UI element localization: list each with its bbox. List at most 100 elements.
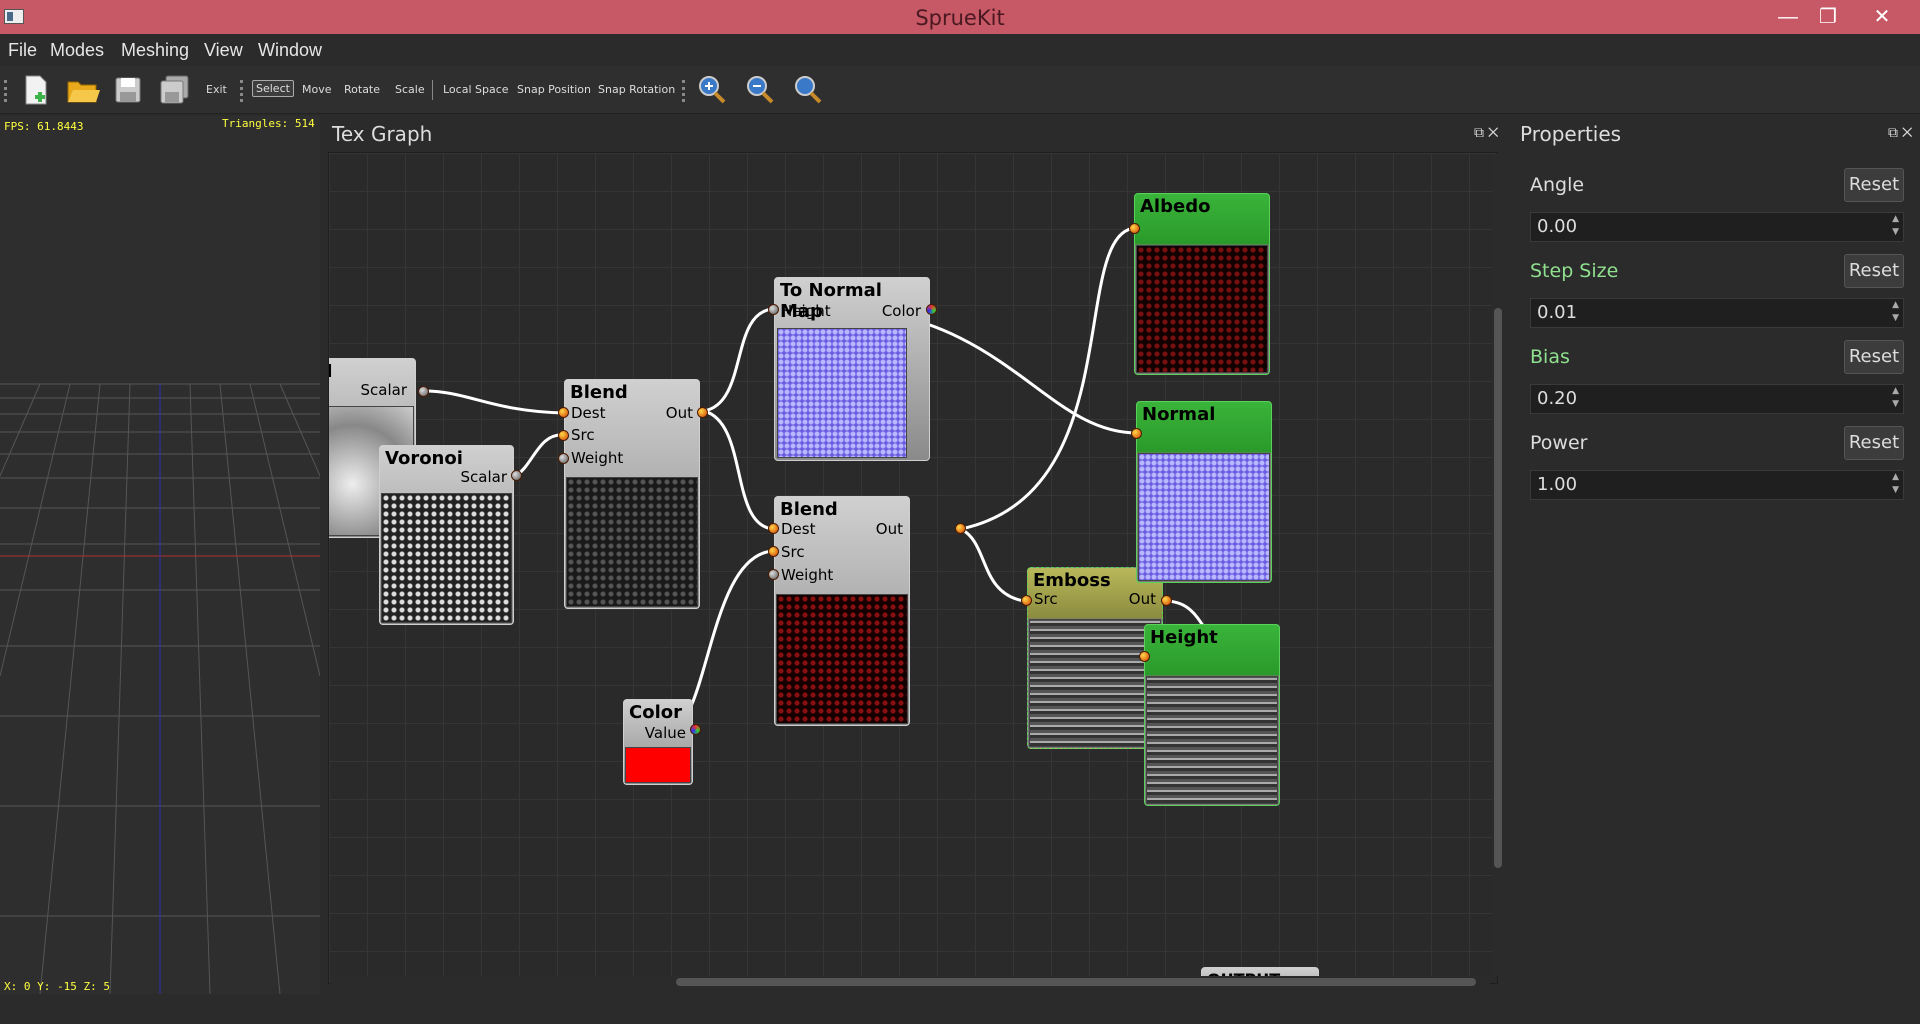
blend-node[interactable]: Blend Dest Src Weight Out [774,496,910,726]
menu-view[interactable]: View [204,40,243,61]
normal-output-node[interactable]: Normal [1136,401,1272,583]
properties-dock-buttons[interactable]: ⧉ ✕ [1888,124,1913,141]
select-tool-button[interactable]: Select [252,80,294,97]
reset-button[interactable]: Reset [1844,168,1904,202]
snap-rotation-toggle[interactable]: Snap Rotation [598,83,675,96]
vertical-scrollbar[interactable] [1492,154,1504,976]
node-title: Albedo [1140,196,1211,217]
property-label: Bias [1530,346,1570,368]
dest-port-label: Dest [781,520,816,538]
color-port-label: Color [881,302,921,320]
input-port[interactable] [1129,223,1140,234]
scalar-port-label: Scalar [460,468,508,486]
scale-tool-button[interactable]: Scale [395,83,425,96]
color-node[interactable]: Color Value [623,699,693,785]
exit-button[interactable]: Exit [206,83,227,96]
open-folder-icon[interactable] [64,72,100,108]
fps-readout: FPS: 61.8443 [4,120,84,133]
toolbar-grip[interactable] [682,80,686,102]
node-preview [381,493,512,623]
spinbox-arrows[interactable]: ▲ ▼ [1892,471,1899,497]
save-icon[interactable] [110,72,146,108]
input-port[interactable] [558,453,569,464]
move-tool-button[interactable]: Move [302,83,332,96]
scalar-port-label: Scalar [360,381,408,399]
property-label: Power [1530,432,1588,454]
minimize-button[interactable]: — [1768,3,1808,31]
vertical-scroll-thumb[interactable] [1494,308,1502,868]
bias-field[interactable]: 0.20 ▲ ▼ [1530,384,1904,414]
viewport-grid [0,383,320,994]
node-preview [777,328,907,458]
node-preview [1138,453,1270,581]
node-preview [566,477,698,607]
output-port[interactable] [926,304,937,315]
weight-port-label: Weight [571,449,624,467]
zoom-in-icon[interactable] [694,72,730,108]
local-space-toggle[interactable]: Local Space [443,83,509,96]
menu-file[interactable]: File [8,40,37,61]
output-port[interactable] [690,724,701,735]
properties-title: Properties [1520,122,1622,146]
src-port-label: Src [571,426,595,444]
input-port[interactable] [558,407,569,418]
node-preview [1146,676,1278,804]
close-button[interactable]: ✕ [1862,3,1902,31]
node-graph-canvas[interactable]: I Scalar Voronoi Scalar Blend Dest Src W… [328,152,1498,984]
input-port[interactable] [1139,651,1150,662]
input-port[interactable] [768,304,779,315]
spinbox-arrows[interactable]: ▲ ▼ [1892,299,1899,325]
albedo-output-node[interactable]: Albedo [1134,193,1270,375]
step-size-field[interactable]: 0.01 ▲ ▼ [1530,298,1904,328]
menu-bar: File Modes Meshing View Window [0,34,1920,66]
menu-window[interactable]: Window [258,40,322,61]
restore-button[interactable]: ❐ [1808,3,1848,31]
height-port-label: Height [781,302,831,320]
node-title: Height [1150,627,1218,648]
window-title: SprueKit [915,6,1005,30]
power-field[interactable]: 1.00 ▲ ▼ [1530,470,1904,500]
output-port[interactable] [955,523,966,534]
output-port[interactable] [418,386,429,397]
property-label: Step Size [1530,260,1619,282]
output-port[interactable] [511,470,522,481]
zoom-out-icon[interactable] [742,72,778,108]
horizontal-scroll-thumb[interactable] [676,978,1476,986]
snap-position-toggle[interactable]: Snap Position [517,83,591,96]
reset-button[interactable]: Reset [1844,254,1904,288]
input-port[interactable] [768,546,779,557]
save-all-icon[interactable] [156,72,192,108]
toolbar-grip[interactable] [4,80,8,102]
reset-button[interactable]: Reset [1844,340,1904,374]
menu-modes[interactable]: Modes [50,40,104,61]
3d-viewport[interactable]: FPS: 61.8443 Triangles: 514 X: 0 Y: -15 … [0,116,320,994]
triangle-count: Triangles: 514 [222,117,315,130]
tex-graph-dock-buttons[interactable]: ⧉ ✕ [1474,124,1499,141]
status-bar [0,996,1920,1024]
output-port[interactable] [1161,595,1172,606]
spinbox-arrows[interactable]: ▲ ▼ [1892,385,1899,411]
height-output-node[interactable]: Height [1144,624,1280,806]
node-preview [1029,619,1161,747]
rotate-tool-button[interactable]: Rotate [344,83,380,96]
input-port[interactable] [558,430,569,441]
menu-meshing[interactable]: Meshing [121,40,189,61]
node-title: Voronoi [385,448,463,469]
input-port[interactable] [768,523,779,534]
zoom-fit-icon[interactable] [790,72,826,108]
blend-node[interactable]: Blend Dest Src Weight Out [564,379,700,609]
angle-field[interactable]: 0.00 ▲ ▼ [1530,212,1904,242]
toolbar-grip[interactable] [240,80,244,102]
voronoi-node[interactable]: Voronoi Scalar [379,445,514,625]
input-port[interactable] [1131,428,1142,439]
output-port[interactable] [697,407,708,418]
color-swatch[interactable] [625,747,691,783]
reset-button[interactable]: Reset [1844,426,1904,460]
spinbox-arrows[interactable]: ▲ ▼ [1892,213,1899,239]
input-port[interactable] [1021,595,1032,606]
new-file-icon[interactable] [18,72,54,108]
horizontal-scrollbar[interactable] [330,976,1490,988]
out-port-label: Out [1128,590,1156,608]
input-port[interactable] [768,569,779,580]
to-normal-map-node[interactable]: To Normal Map Height Color [774,277,930,461]
